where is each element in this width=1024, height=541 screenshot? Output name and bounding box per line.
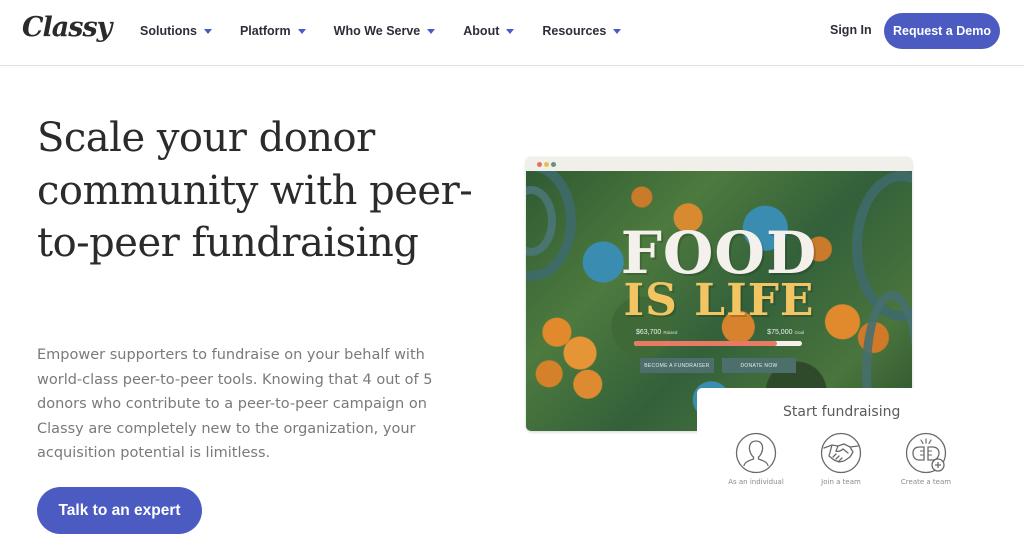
nav-solutions[interactable]: Solutions — [140, 22, 212, 40]
classy-logo[interactable]: Classy — [22, 12, 112, 43]
goal-label: Goal — [794, 330, 804, 335]
option-label: Create a team — [900, 478, 952, 486]
person-icon — [735, 432, 777, 474]
fist-bump-plus-icon — [905, 432, 947, 474]
nav-platform[interactable]: Platform — [240, 22, 306, 40]
campaign-title-line2: IS LIFE — [623, 275, 815, 326]
nav-label: Solutions — [140, 24, 197, 38]
nav-label: Who We Serve — [333, 24, 421, 38]
raised-amount: $63,700 Raised — [636, 329, 677, 336]
become-fundraiser-button[interactable]: BECOME A FUNDRAISER — [640, 358, 714, 373]
caret-down-icon — [427, 29, 436, 34]
option-as-individual[interactable]: As an individual — [719, 432, 793, 486]
fundraising-progress-bar — [634, 341, 802, 346]
caret-down-icon — [297, 29, 306, 34]
option-label: Join a team — [821, 478, 861, 486]
window-close-dot-icon — [537, 162, 542, 167]
handshake-icon — [820, 432, 862, 474]
hero-headline: Scale your donor community with peer-to-… — [37, 115, 473, 266]
start-fundraising-title: Start fundraising — [783, 404, 901, 420]
browser-toolbar — [526, 157, 912, 171]
window-minimize-dot-icon — [544, 162, 549, 167]
request-demo-button[interactable]: Request a Demo — [884, 13, 1000, 49]
nav-label: Resources — [542, 24, 607, 38]
nav-who-we-serve[interactable]: Who We Serve — [334, 22, 436, 40]
raised-label: Raised — [663, 330, 678, 335]
start-fundraising-card: Start fundraising As an individual Join … — [697, 388, 1024, 503]
donate-now-button[interactable]: DONATE NOW — [722, 358, 796, 373]
nav-about[interactable]: About — [463, 22, 515, 40]
option-join-team[interactable]: Join a team — [804, 432, 878, 486]
progress-fill — [634, 341, 777, 346]
nav-resources[interactable]: Resources — [542, 22, 622, 40]
option-create-team[interactable]: Create a team — [889, 432, 963, 486]
goal-amount: $75,000 Goal — [767, 329, 804, 336]
nav-label: Platform — [239, 24, 291, 38]
goal-value: $75,000 — [767, 329, 793, 336]
main-nav: Solutions Platform Who We Serve About Re… — [140, 22, 649, 40]
nav-label: About — [463, 24, 500, 38]
hero-body: Empower supporters to fundraise on your … — [37, 347, 433, 461]
site-header: Classy Solutions Platform Who We Serve A… — [0, 0, 1024, 66]
window-maximize-dot-icon — [551, 162, 556, 167]
raised-value: $63,700 — [636, 329, 662, 336]
talk-to-expert-button[interactable]: Talk to an expert — [37, 487, 202, 534]
sign-in-link[interactable]: Sign In — [830, 23, 872, 37]
caret-down-icon — [506, 29, 515, 34]
option-label: As an individual — [728, 478, 784, 486]
caret-down-icon — [613, 29, 622, 34]
caret-down-icon — [203, 29, 212, 34]
